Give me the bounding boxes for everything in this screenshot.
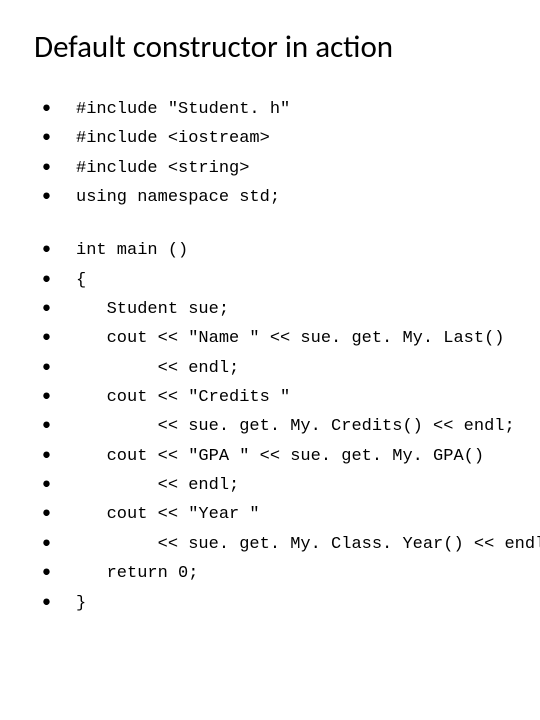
code-text: << sue. get. My. Credits() << endl; bbox=[76, 414, 515, 440]
code-text: cout << "Year " bbox=[76, 502, 260, 528]
code-line: • << endl; bbox=[30, 353, 510, 382]
code-text: #include <string> bbox=[76, 156, 249, 182]
code-line: • << sue. get. My. Class. Year() << endl… bbox=[30, 529, 510, 558]
slide: Default constructor in action •#include … bbox=[0, 0, 540, 720]
code-line: •#include "Student. h" bbox=[30, 94, 510, 123]
code-text: } bbox=[76, 591, 86, 617]
bullet-icon: • bbox=[30, 558, 76, 586]
code-line: • cout << "Credits " bbox=[30, 382, 510, 411]
code-text: { bbox=[76, 268, 86, 294]
code-block-1: •#include "Student. h"•#include <iostrea… bbox=[30, 94, 510, 211]
bullet-icon: • bbox=[30, 323, 76, 351]
code-text: << sue. get. My. Class. Year() << endl; bbox=[76, 532, 540, 558]
code-text: << endl; bbox=[76, 473, 239, 499]
bullet-icon: • bbox=[30, 294, 76, 322]
bullet-icon: • bbox=[30, 529, 76, 557]
bullet-icon: • bbox=[30, 411, 76, 439]
code-line: • Student sue; bbox=[30, 294, 510, 323]
code-text: #include "Student. h" bbox=[76, 97, 290, 123]
code-line: • << sue. get. My. Credits() << endl; bbox=[30, 411, 510, 440]
bullet-icon: • bbox=[30, 182, 76, 210]
bullet-icon: • bbox=[30, 235, 76, 263]
code-text: int main () bbox=[76, 238, 188, 264]
code-line: •using namespace std; bbox=[30, 182, 510, 211]
block-spacer bbox=[30, 211, 510, 235]
bullet-icon: • bbox=[30, 94, 76, 122]
bullet-icon: • bbox=[30, 353, 76, 381]
code-line: • cout << "Year " bbox=[30, 499, 510, 528]
code-text: using namespace std; bbox=[76, 185, 280, 211]
code-line: • << endl; bbox=[30, 470, 510, 499]
bullet-icon: • bbox=[30, 382, 76, 410]
code-line: •{ bbox=[30, 265, 510, 294]
code-line: •} bbox=[30, 588, 510, 617]
code-block-2: •int main ()•{• Student sue;• cout << "N… bbox=[30, 235, 510, 616]
code-line: • cout << "Name " << sue. get. My. Last(… bbox=[30, 323, 510, 352]
slide-title: Default constructor in action bbox=[34, 28, 510, 66]
code-text: cout << "Name " << sue. get. My. Last() bbox=[76, 326, 504, 352]
code-text: cout << "GPA " << sue. get. My. GPA() bbox=[76, 444, 484, 470]
code-line: •int main () bbox=[30, 235, 510, 264]
bullet-icon: • bbox=[30, 588, 76, 616]
bullet-icon: • bbox=[30, 123, 76, 151]
bullet-icon: • bbox=[30, 470, 76, 498]
code-line: •#include <string> bbox=[30, 153, 510, 182]
bullet-icon: • bbox=[30, 265, 76, 293]
bullet-icon: • bbox=[30, 499, 76, 527]
code-text: << endl; bbox=[76, 356, 239, 382]
bullet-icon: • bbox=[30, 441, 76, 469]
code-text: cout << "Credits " bbox=[76, 385, 290, 411]
bullet-icon: • bbox=[30, 153, 76, 181]
code-line: • return 0; bbox=[30, 558, 510, 587]
code-line: •#include <iostream> bbox=[30, 123, 510, 152]
code-text: Student sue; bbox=[76, 297, 229, 323]
code-line: • cout << "GPA " << sue. get. My. GPA() bbox=[30, 441, 510, 470]
code-text: #include <iostream> bbox=[76, 126, 270, 152]
code-text: return 0; bbox=[76, 561, 198, 587]
